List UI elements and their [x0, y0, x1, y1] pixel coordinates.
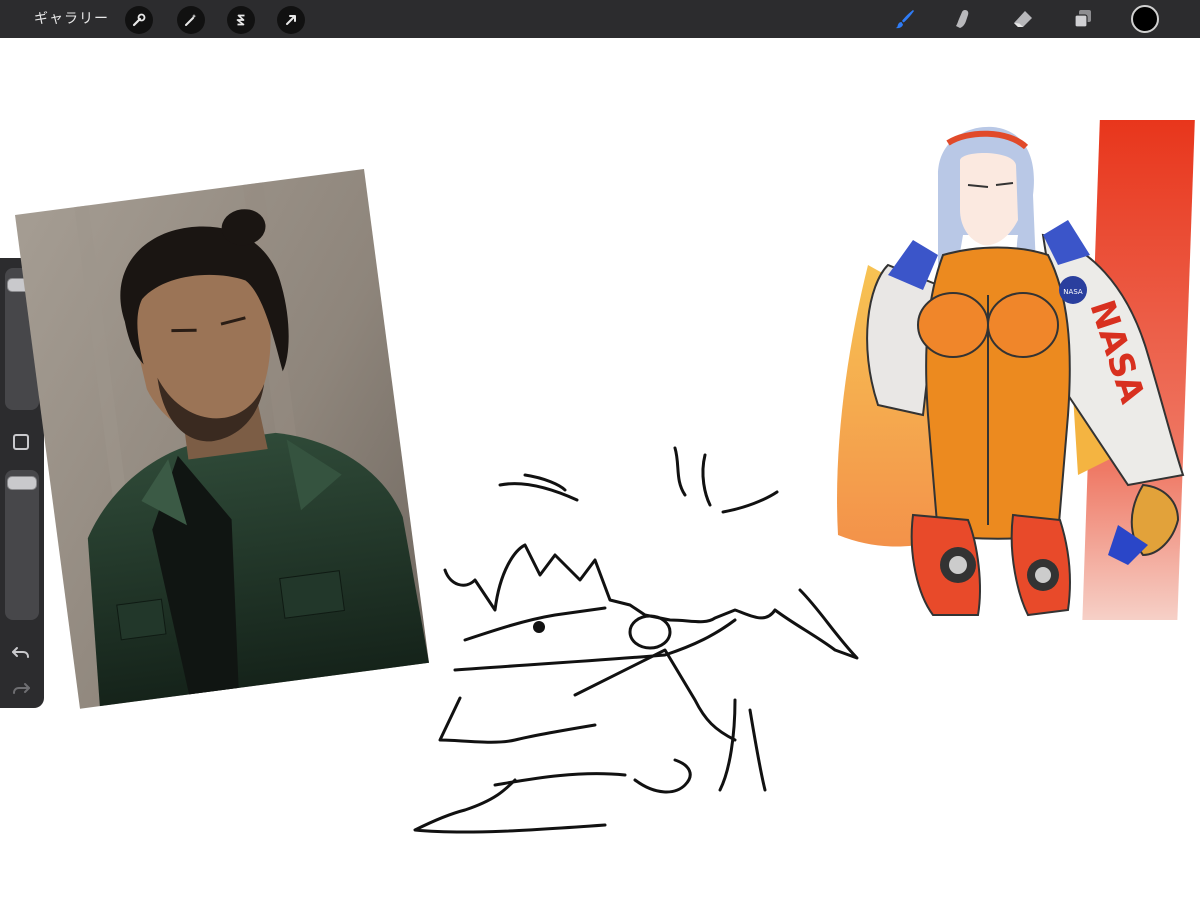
rough-sketch — [413, 446, 859, 834]
wrench-icon — [132, 13, 146, 27]
astronaut-illustration: NASA NASA — [837, 120, 1195, 620]
brush-button[interactable] — [890, 4, 920, 34]
portrait-painting — [15, 169, 429, 709]
smudge-finger-icon — [956, 10, 969, 28]
layers-icon — [1074, 10, 1091, 28]
adjustments-button[interactable] — [177, 6, 205, 34]
magic-wand-icon — [185, 14, 197, 26]
gallery-button[interactable]: ギャラリー — [34, 0, 109, 38]
top-toolbar: ギャラリー — [0, 0, 1200, 38]
arrow-cursor-icon — [286, 15, 296, 25]
layers-button[interactable] — [1068, 4, 1098, 34]
nasa-badge-text: NASA — [1063, 288, 1083, 296]
selection-s-icon — [236, 14, 245, 26]
smudge-button[interactable] — [947, 4, 977, 34]
color-picker-button[interactable] — [1131, 5, 1159, 33]
selection-button[interactable] — [227, 6, 255, 34]
eraser-button[interactable] — [1008, 4, 1038, 34]
transform-button[interactable] — [277, 6, 305, 34]
brush-icon — [895, 10, 914, 29]
actions-button[interactable] — [125, 6, 153, 34]
eraser-icon — [1014, 11, 1032, 27]
